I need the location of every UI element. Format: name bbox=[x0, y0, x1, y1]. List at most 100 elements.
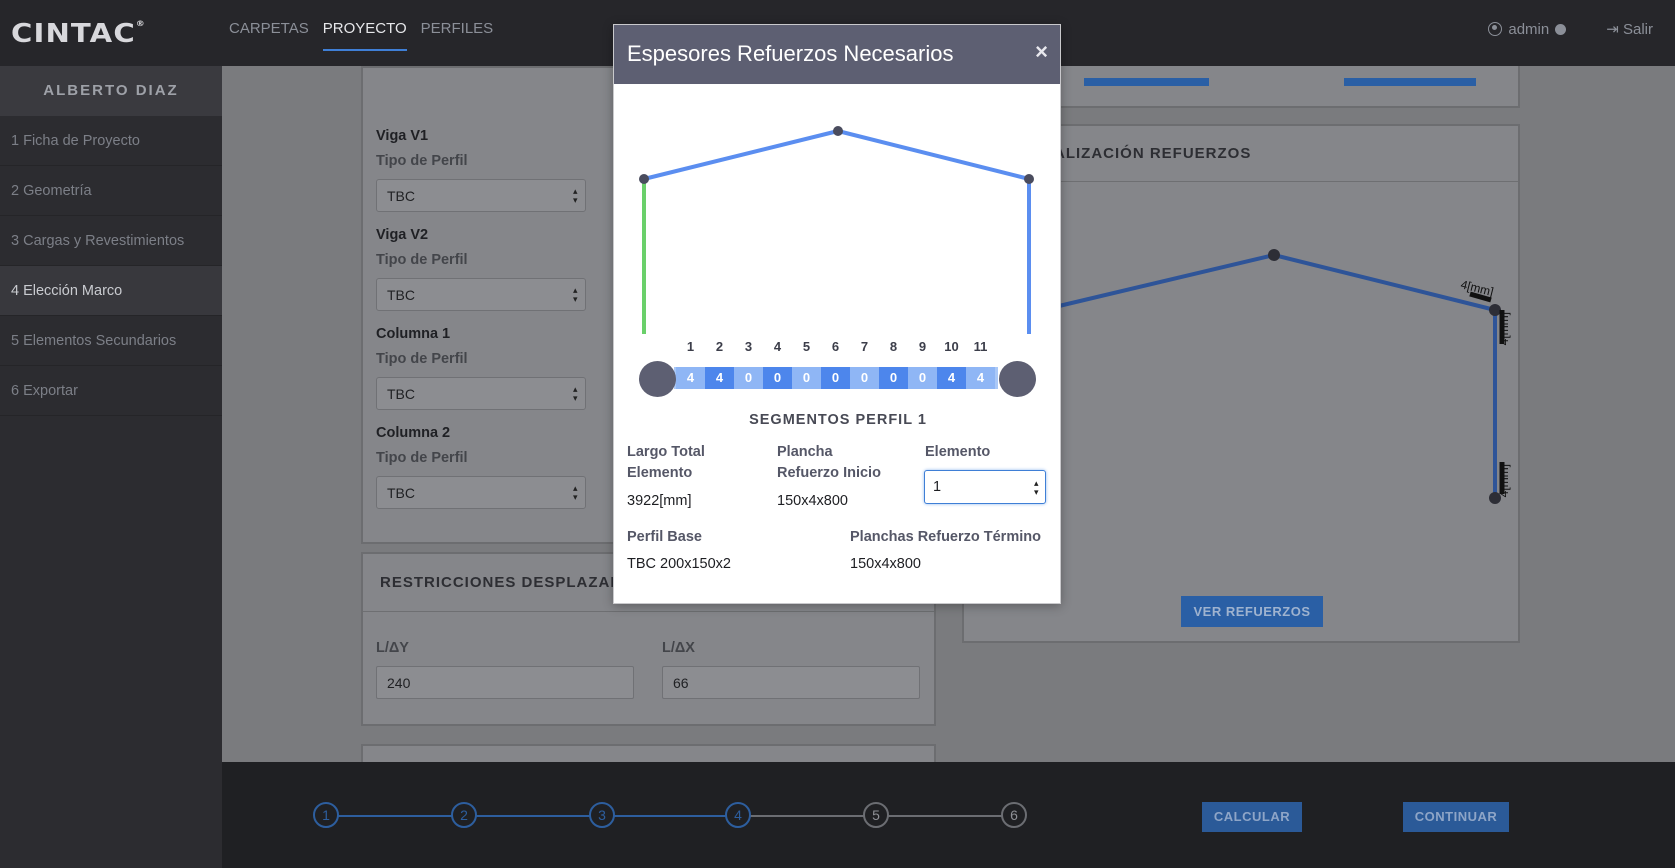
group-title-columna-1: Columna 1 bbox=[376, 326, 451, 342]
plancha-inicio-label: Plancha Refuerzo Inicio bbox=[777, 444, 881, 481]
top-panel-button-left[interactable] bbox=[1084, 78, 1209, 86]
columna-1-profile-select[interactable]: TBC bbox=[376, 377, 586, 410]
logout-label: Salir bbox=[1622, 21, 1653, 38]
user-icon bbox=[1488, 22, 1503, 36]
lx-label: L/ΔX bbox=[662, 640, 695, 656]
segment-number: 8 bbox=[889, 339, 898, 354]
group-title-viga-v1: Viga V1 bbox=[376, 128, 429, 144]
ver-refuerzos-button[interactable]: VER REFUERZOS bbox=[1181, 596, 1323, 627]
wizard-step-3[interactable]: 3 bbox=[589, 802, 615, 828]
partial-panel bbox=[361, 744, 936, 762]
frame-rafter-right[interactable] bbox=[837, 129, 1030, 181]
segment-number: 10 bbox=[944, 339, 959, 354]
segment-cell[interactable]: 0 bbox=[879, 367, 908, 389]
close-icon[interactable]: × bbox=[1035, 41, 1048, 63]
top-right-menu: admin ⇥ Salir bbox=[1488, 20, 1675, 38]
frame-rafter-left[interactable] bbox=[643, 129, 839, 181]
lx-input[interactable]: 66 bbox=[662, 666, 920, 699]
sidebar-item-ficha[interactable]: 1 Ficha de Proyecto bbox=[0, 116, 222, 166]
wizard-step-6[interactable]: 6 bbox=[1001, 802, 1027, 828]
viga-v2-profile-select[interactable]: TBC bbox=[376, 278, 586, 311]
segment-cell[interactable]: 0 bbox=[850, 367, 879, 389]
modal-header: Espesores Refuerzos Necesarios × bbox=[614, 25, 1060, 84]
logout-link[interactable]: ⇥ Salir bbox=[1606, 20, 1653, 38]
segment-number: 2 bbox=[715, 339, 724, 354]
elemento-select[interactable]: 1 bbox=[924, 470, 1046, 504]
segment-number: 1 bbox=[686, 339, 695, 354]
group-label-columna-1: Tipo de Perfil bbox=[376, 351, 468, 367]
frame-diagram bbox=[639, 126, 1034, 334]
sidebar-item-elementos-secundarios[interactable]: 5 Elementos Secundarios bbox=[0, 316, 222, 366]
viga-v1-profile-select[interactable]: TBC bbox=[376, 179, 586, 212]
segment-slider-handle-end[interactable] bbox=[999, 361, 1036, 397]
largo-total-value: 3922[mm] bbox=[627, 493, 692, 509]
segment-number: 4 bbox=[773, 339, 782, 354]
perfil-base-label: Perfil Base bbox=[627, 529, 702, 545]
group-title-viga-v2: Viga V2 bbox=[376, 227, 429, 243]
segment-cell[interactable]: 4 bbox=[966, 367, 995, 389]
modal-title: Espesores Refuerzos Necesarios bbox=[627, 41, 954, 66]
frame-node-ridge bbox=[833, 126, 843, 136]
perfil-base-value: TBC 200x150x2 bbox=[627, 556, 731, 572]
wizard-step-4[interactable]: 4 bbox=[725, 802, 751, 828]
largo-total-label: Largo Total Elemento bbox=[627, 444, 705, 481]
viz-dim-label-column-bottom: 4[mm] bbox=[1497, 464, 1511, 497]
user-name: admin bbox=[1508, 20, 1550, 38]
segment-cell[interactable]: 4 bbox=[676, 367, 705, 389]
wizard-footer: 1 2 3 4 5 6 CALCULAR CONTINUAR bbox=[222, 762, 1675, 868]
cintac-logo[interactable]: CINTAC® bbox=[11, 19, 146, 49]
segment-number: 5 bbox=[802, 339, 811, 354]
segments-title: SEGMENTOS PERFIL 1 bbox=[749, 412, 927, 428]
sidebar: ALBERTO DIAZ 1 Ficha de Proyecto 2 Geome… bbox=[0, 66, 222, 868]
restrictions-title: RESTRICCIONES DESPLAZAMIE bbox=[380, 574, 641, 591]
nav-proyecto[interactable]: PROYECTO bbox=[322, 20, 407, 51]
viz-node-ridge bbox=[1268, 249, 1280, 261]
segment-cell[interactable]: 0 bbox=[821, 367, 850, 389]
segment-number: 7 bbox=[860, 339, 869, 354]
frame-node-left-eave bbox=[639, 174, 649, 184]
logout-icon: ⇥ bbox=[1606, 21, 1619, 38]
group-label-columna-2: Tipo de Perfil bbox=[376, 450, 468, 466]
columna-2-profile-select[interactable]: TBC bbox=[376, 476, 586, 509]
user-menu[interactable]: admin bbox=[1488, 20, 1567, 38]
top-panel-button-right[interactable] bbox=[1344, 78, 1476, 86]
dropdown-caret-icon bbox=[1555, 23, 1567, 35]
wizard-step-2[interactable]: 2 bbox=[451, 802, 477, 828]
sidebar-project-owner: ALBERTO DIAZ bbox=[0, 66, 222, 116]
calcular-button[interactable]: CALCULAR bbox=[1202, 802, 1302, 832]
group-label-viga-v2: Tipo de Perfil bbox=[376, 252, 468, 268]
viz-rafter-left bbox=[1058, 253, 1275, 308]
segment-cell[interactable]: 0 bbox=[734, 367, 763, 389]
main-nav: CARPETAS PROYECTO PERFILES bbox=[229, 20, 493, 51]
frame-node-right-eave bbox=[1024, 174, 1034, 184]
segment-cell[interactable]: 4 bbox=[937, 367, 966, 389]
viz-title: ALIZACIÓN REFUERZOS bbox=[1054, 145, 1252, 162]
wizard-step-5[interactable]: 5 bbox=[863, 802, 889, 828]
elemento-label: Elemento bbox=[925, 444, 991, 460]
group-label-viga-v1: Tipo de Perfil bbox=[376, 153, 468, 169]
ly-input[interactable]: 240 bbox=[376, 666, 634, 699]
segment-cell[interactable]: 0 bbox=[763, 367, 792, 389]
ly-label: L/ΔY bbox=[376, 640, 409, 656]
sidebar-item-geometria[interactable]: 2 Geometría bbox=[0, 166, 222, 216]
nav-perfiles[interactable]: PERFILES bbox=[421, 20, 494, 51]
segment-number: 6 bbox=[831, 339, 840, 354]
refuerzos-modal: Espesores Refuerzos Necesarios × 1 2 3 4… bbox=[613, 24, 1061, 604]
segment-cell[interactable]: 0 bbox=[908, 367, 937, 389]
sidebar-item-cargas[interactable]: 3 Cargas y Revestimientos bbox=[0, 216, 222, 266]
sidebar-item-exportar[interactable]: 6 Exportar bbox=[0, 366, 222, 416]
segment-number: 9 bbox=[918, 339, 927, 354]
sidebar-item-eleccion-marco[interactable]: 4 Elección Marco bbox=[0, 266, 222, 316]
plancha-inicio-value: 150x4x800 bbox=[777, 493, 848, 509]
nav-carpetas[interactable]: CARPETAS bbox=[229, 20, 309, 51]
segment-cell[interactable]: 0 bbox=[792, 367, 821, 389]
segment-number: 3 bbox=[744, 339, 753, 354]
segment-number: 11 bbox=[973, 339, 988, 354]
viz-dim-label-column-top: 4[mm] bbox=[1497, 312, 1511, 345]
wizard-step-1[interactable]: 1 bbox=[313, 802, 339, 828]
segment-slider-handle-start[interactable] bbox=[639, 361, 676, 397]
segment-cell[interactable]: 4 bbox=[705, 367, 734, 389]
progress-line-done bbox=[326, 815, 738, 817]
continuar-button[interactable]: CONTINUAR bbox=[1403, 802, 1509, 832]
group-title-columna-2: Columna 2 bbox=[376, 425, 451, 441]
